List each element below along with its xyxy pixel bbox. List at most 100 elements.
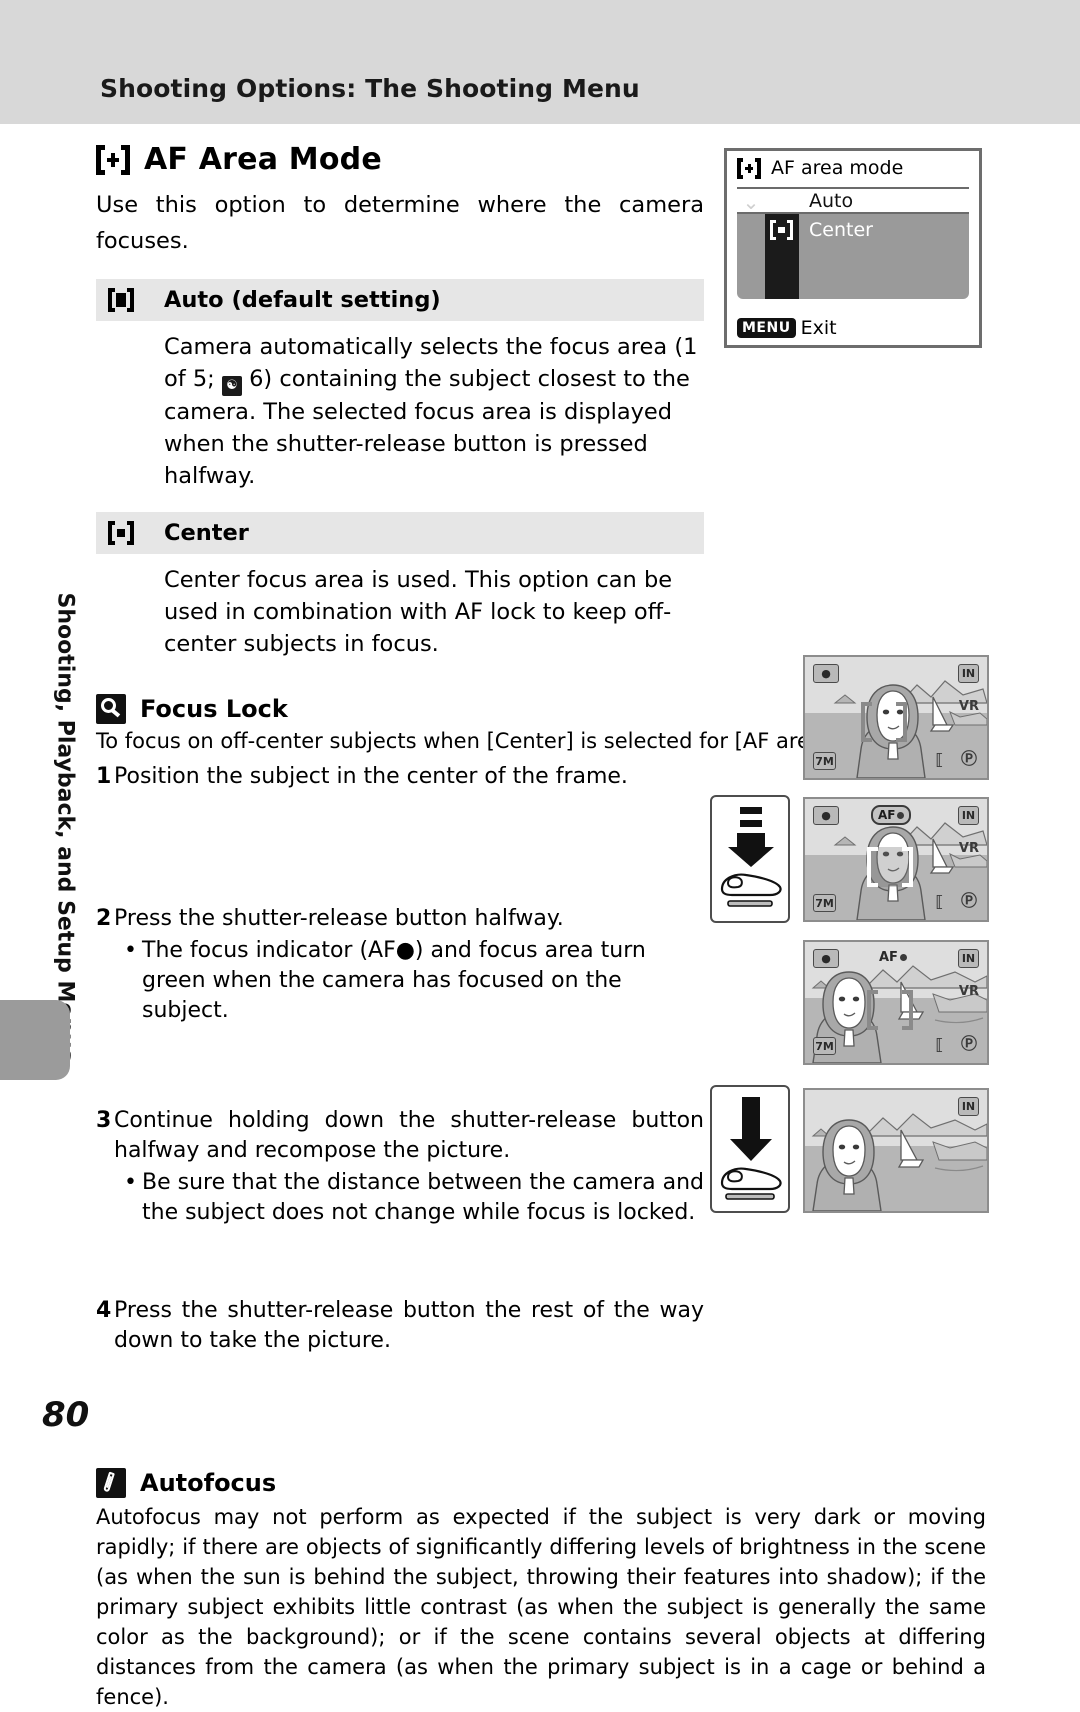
- illustration-step-2: AF ● IN VR 7M ⟦ Ⓟ: [803, 797, 989, 922]
- memory-in-badge: IN: [958, 664, 979, 683]
- focus-lock-step-1: 1 Position the subject in the center of …: [96, 762, 704, 792]
- memory-in-badge: IN: [958, 1097, 979, 1116]
- bullet-text: Be sure that the distance between the ca…: [142, 1170, 704, 1225]
- lcd-menu-exit-label: Exit: [800, 317, 837, 339]
- lcd-menu-title: AF area mode: [771, 157, 904, 179]
- focus-area-bracket-locked: [867, 847, 913, 887]
- option-body-auto: Camera automatically selects the focus a…: [164, 331, 704, 492]
- frames-remaining-icon: Ⓟ: [960, 749, 977, 768]
- lcd-menu-screenshot: AF area mode ⌄ Auto Center MENU Exit: [724, 148, 982, 348]
- image-size-badge: 7M: [813, 894, 836, 912]
- step-number: 2: [96, 906, 112, 931]
- focus-area-bracket: [867, 990, 913, 1030]
- lcd-menu-footer: MENU Exit: [737, 317, 837, 339]
- battery-icon: ⟦: [935, 750, 943, 769]
- autofocus-heading-row: Autofocus: [96, 1468, 996, 1498]
- focus-lock-step-4: 4 Press the shutter-release button the r…: [96, 1296, 704, 1356]
- chapter-side-tab-marker: [0, 1000, 70, 1080]
- vr-badge: VR: [958, 984, 979, 999]
- bracket-filled-square-icon: [108, 288, 134, 312]
- lcd-preview-step-1: ● IN VR 7M ⟦ Ⓟ: [803, 655, 989, 780]
- step-number: 3: [96, 1108, 112, 1133]
- press-halfway-panel: [710, 795, 790, 923]
- step-text: Position the subject in the center of th…: [114, 764, 628, 789]
- focus-indicator-af: AF: [879, 950, 907, 965]
- option-row-auto: Auto (default setting): [96, 279, 704, 321]
- finger-half-press-diagram: [710, 795, 790, 923]
- lcd-menu-item-center[interactable]: Center: [737, 216, 969, 243]
- illustration-step-4: IN: [803, 1088, 989, 1213]
- battery-icon: ⟦: [935, 892, 943, 911]
- scene-mode-glyph-icon: ☯: [221, 376, 242, 396]
- camera-mode-icon: ●: [813, 664, 839, 683]
- bullet-dot-icon: •: [124, 1170, 137, 1195]
- autofocus-body: Autofocus may not perform as expected if…: [96, 1505, 986, 1709]
- focus-lock-step-2-bullet: • The focus indicator (AF●) and focus ar…: [124, 936, 704, 1026]
- lcd-preview-step-2: AF ● IN VR 7M ⟦ Ⓟ: [803, 797, 989, 922]
- focus-indicator-label: AF: [879, 950, 898, 965]
- memory-in-badge: IN: [958, 949, 979, 968]
- focus-lock-step-3: 3 Continue holding down the shutter-rele…: [96, 1106, 704, 1166]
- finger-full-press-diagram: [710, 1085, 790, 1213]
- option-body-auto-glyph-ref: 6: [249, 366, 264, 392]
- focus-indicator-dot-icon: [899, 954, 907, 961]
- option-row-center: Center: [96, 512, 704, 554]
- frames-remaining-icon: Ⓟ: [960, 891, 977, 910]
- vr-badge: VR: [958, 841, 979, 856]
- battery-icon: ⟦: [935, 1035, 943, 1054]
- bracket-small-square-icon: [108, 521, 134, 545]
- section-title: AF Area Mode: [144, 142, 382, 177]
- half-press-artwork: [720, 807, 782, 907]
- page-number: 80: [42, 1395, 90, 1435]
- autofocus-title: Autofocus: [140, 1469, 277, 1497]
- lcd-menu-title-row: AF area mode: [727, 151, 979, 179]
- illustration-step-3: AF ● IN VR 7M ⟦ Ⓟ: [803, 940, 989, 1065]
- focus-lock-step-2: 2 Press the shutter-release button halfw…: [96, 904, 704, 934]
- image-size-badge: 7M: [813, 752, 836, 770]
- bracket-filled-square-icon: [770, 190, 793, 211]
- camera-mode-icon: ●: [813, 806, 839, 825]
- step-text: Continue holding down the shutter-releas…: [114, 1108, 704, 1163]
- af-area-bracket-plus-icon: [96, 144, 130, 175]
- step-number: 1: [96, 764, 112, 789]
- lcd-menu-list: ⌄ Auto Center: [737, 187, 969, 299]
- focus-indicator-label: AF: [878, 808, 896, 822]
- image-size-badge: 7M: [813, 1037, 836, 1055]
- option-label-auto: Auto (default setting): [164, 287, 441, 313]
- chapter-side-tab-label: Shooting, Playback, and Setup Menus: [52, 592, 78, 1062]
- lightbulb-tip-icon: [96, 694, 126, 724]
- press-full-panel: [710, 1085, 790, 1213]
- memory-in-badge: IN: [958, 806, 979, 825]
- illustration-step-1: ● IN VR 7M ⟦ Ⓟ: [803, 655, 989, 780]
- camera-mode-icon: ●: [813, 949, 839, 968]
- bullet-text: The focus indicator (AF●) and focus area…: [142, 938, 646, 1023]
- vr-badge: VR: [958, 699, 979, 714]
- option-body-auto-after: ) containing the subject closest to the …: [164, 366, 690, 489]
- lcd-preview-step-3: AF ● IN VR 7M ⟦ Ⓟ: [803, 940, 989, 1065]
- focus-area-bracket: [861, 702, 907, 742]
- frames-remaining-icon: Ⓟ: [960, 1034, 977, 1053]
- chevron-down-icon: ⌄: [742, 190, 760, 214]
- lcd-menu-item-auto[interactable]: ⌄ Auto: [737, 187, 969, 214]
- full-press-artwork: [720, 1097, 782, 1200]
- pencil-note-icon: [96, 1468, 126, 1498]
- bracket-plus-icon: [737, 157, 761, 179]
- bracket-small-square-icon: [770, 219, 793, 240]
- step-text: Press the shutter-release button halfway…: [114, 906, 564, 931]
- page-header-band: [0, 0, 1080, 124]
- page-header-title: Shooting Options: The Shooting Menu: [100, 74, 640, 103]
- focus-indicator-dot-icon: [897, 811, 905, 819]
- main-content: AF Area Mode Use this option to determin…: [96, 134, 996, 1712]
- focus-lock-steps: 1 Position the subject in the center of …: [96, 762, 704, 1356]
- focus-indicator-af-badge: AF: [871, 805, 912, 825]
- bullet-dot-icon: •: [124, 938, 137, 963]
- menu-button-pill[interactable]: MENU: [737, 318, 796, 338]
- focus-lock-step-3-bullet: • Be sure that the distance between the …: [124, 1168, 704, 1228]
- option-body-center: Center focus area is used. This option c…: [164, 567, 673, 657]
- lcd-menu-item-label: Auto: [809, 189, 854, 212]
- option-label-center: Center: [164, 520, 249, 546]
- step-text: Press the shutter-release button the res…: [114, 1298, 704, 1353]
- lcd-menu-item-label: Center: [809, 218, 873, 241]
- section-intro: Use this option to determine where the c…: [96, 192, 704, 254]
- step-number: 4: [96, 1298, 112, 1323]
